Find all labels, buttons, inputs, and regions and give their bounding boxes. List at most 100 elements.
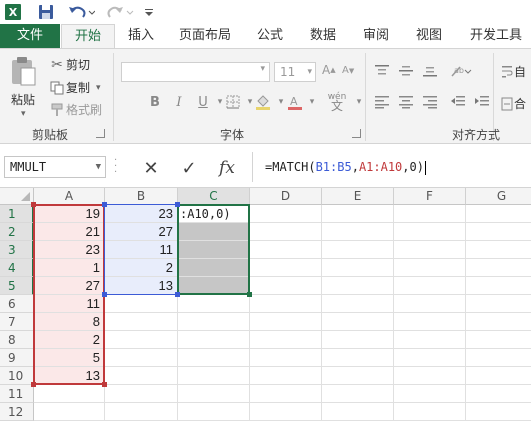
cell-f2[interactable] — [394, 223, 466, 241]
cell-c12[interactable] — [178, 403, 250, 421]
format-painter-button[interactable]: 格式刷 — [48, 101, 102, 118]
cell-a11[interactable] — [34, 385, 105, 403]
cell-b3[interactable]: 11 — [105, 241, 178, 259]
save-icon[interactable] — [36, 2, 56, 22]
font-name-field[interactable]: ▾ — [121, 62, 270, 82]
cell-a4[interactable]: 1 — [34, 259, 105, 277]
tab-page-layout[interactable]: 页面布局 — [172, 24, 238, 48]
cell-g3[interactable] — [466, 241, 531, 259]
cell-b4[interactable]: 2 — [105, 259, 178, 277]
cell-e3[interactable] — [322, 241, 394, 259]
cell-d7[interactable] — [250, 313, 322, 331]
cell-a6[interactable]: 11 — [34, 295, 105, 313]
cell-d8[interactable] — [250, 331, 322, 349]
cell-e1[interactable] — [322, 205, 394, 223]
tab-review[interactable]: 审阅 — [356, 24, 396, 48]
cell-f11[interactable] — [394, 385, 466, 403]
cell-f10[interactable] — [394, 367, 466, 385]
insert-function-icon[interactable]: fx — [212, 156, 242, 180]
row-header-7[interactable]: 7 — [0, 313, 34, 331]
cancel-icon[interactable]: ✕ — [136, 156, 166, 180]
copy-dropdown-icon[interactable]: ▾ — [96, 83, 101, 93]
cell-f7[interactable] — [394, 313, 466, 331]
wrap-text-button[interactable]: 自 — [500, 63, 526, 80]
cell-g10[interactable] — [466, 367, 531, 385]
cell-d12[interactable] — [250, 403, 322, 421]
name-box[interactable]: MMULT ▼ — [4, 156, 106, 178]
resize-handle[interactable] — [175, 292, 180, 297]
redo-icon[interactable] — [106, 2, 136, 22]
paste-icon[interactable] — [8, 55, 40, 89]
font-launcher-icon[interactable] — [352, 129, 361, 138]
align-left-icon[interactable] — [374, 95, 390, 109]
cell-g11[interactable] — [466, 385, 531, 403]
cell-a2[interactable]: 21 — [34, 223, 105, 241]
cell-f5[interactable] — [394, 277, 466, 295]
cell-e2[interactable] — [322, 223, 394, 241]
column-header-e[interactable]: E — [322, 188, 394, 205]
cell-d5[interactable] — [250, 277, 322, 295]
cell-d3[interactable] — [250, 241, 322, 259]
cell-g9[interactable] — [466, 349, 531, 367]
resize-handle[interactable] — [31, 202, 36, 207]
tab-insert[interactable]: 插入 — [121, 24, 161, 48]
worksheet-grid[interactable]: A B C D E F G 1 19 23:A10,0) 2 21 27 3 23 11 4 1 2 5 27 13 6 11… — [0, 188, 531, 428]
cell-g5[interactable] — [466, 277, 531, 295]
underline-button[interactable]: U — [194, 93, 212, 111]
cell-f6[interactable] — [394, 295, 466, 313]
cell-e5[interactable] — [322, 277, 394, 295]
cell-b10[interactable] — [105, 367, 178, 385]
enter-icon[interactable]: ✓ — [174, 156, 204, 180]
cell-e4[interactable] — [322, 259, 394, 277]
cell-g12[interactable] — [466, 403, 531, 421]
increase-indent-icon[interactable] — [474, 95, 490, 109]
cell-f8[interactable] — [394, 331, 466, 349]
row-header-5[interactable]: 5 — [0, 277, 34, 295]
select-all-corner[interactable] — [0, 188, 34, 205]
cell-b11[interactable] — [105, 385, 178, 403]
align-top-icon[interactable] — [374, 63, 390, 79]
tab-formulas[interactable]: 公式 — [250, 24, 290, 48]
cell-g1[interactable] — [466, 205, 531, 223]
cell-c7[interactable] — [178, 313, 250, 331]
font-name-dropdown-icon[interactable]: ▾ — [260, 64, 265, 74]
merge-center-button[interactable]: 合 — [500, 95, 526, 112]
clipboard-launcher-icon[interactable] — [96, 129, 105, 138]
align-right-icon[interactable] — [422, 95, 438, 109]
cell-f9[interactable] — [394, 349, 466, 367]
cell-b7[interactable] — [105, 313, 178, 331]
cell-a5[interactable]: 27 — [34, 277, 105, 295]
resize-handle[interactable] — [102, 292, 107, 297]
cell-c8[interactable] — [178, 331, 250, 349]
cell-c2[interactable] — [178, 223, 250, 241]
bold-button[interactable]: B — [146, 93, 164, 111]
cell-c4[interactable] — [178, 259, 250, 277]
cell-b12[interactable] — [105, 403, 178, 421]
formula-bar-grip-icon[interactable]: · · · — [114, 156, 118, 178]
cell-b8[interactable] — [105, 331, 178, 349]
excel-logo-icon[interactable]: X — [3, 2, 23, 22]
copy-button[interactable]: 复制 ▾ — [48, 79, 101, 96]
resize-handle[interactable] — [102, 202, 107, 207]
customize-qat-icon[interactable] — [143, 2, 155, 22]
cell-e12[interactable] — [322, 403, 394, 421]
undo-icon[interactable] — [66, 2, 96, 22]
column-header-d[interactable]: D — [250, 188, 322, 205]
cell-c3[interactable] — [178, 241, 250, 259]
cell-b1[interactable]: 23 — [105, 205, 178, 223]
borders-icon[interactable] — [224, 93, 242, 111]
tab-view[interactable]: 视图 — [409, 24, 449, 48]
tab-home[interactable]: 开始 — [61, 24, 115, 49]
cell-e11[interactable] — [322, 385, 394, 403]
cell-d4[interactable] — [250, 259, 322, 277]
phonetic-icon[interactable]: wén 文 — [322, 93, 352, 113]
row-header-11[interactable]: 11 — [0, 385, 34, 403]
row-header-9[interactable]: 9 — [0, 349, 34, 367]
cell-f12[interactable] — [394, 403, 466, 421]
cell-g8[interactable] — [466, 331, 531, 349]
italic-button[interactable]: I — [170, 93, 188, 111]
cell-g7[interactable] — [466, 313, 531, 331]
cell-c10[interactable] — [178, 367, 250, 385]
cell-a1[interactable]: 19 — [34, 205, 105, 223]
cell-a9[interactable]: 5 — [34, 349, 105, 367]
